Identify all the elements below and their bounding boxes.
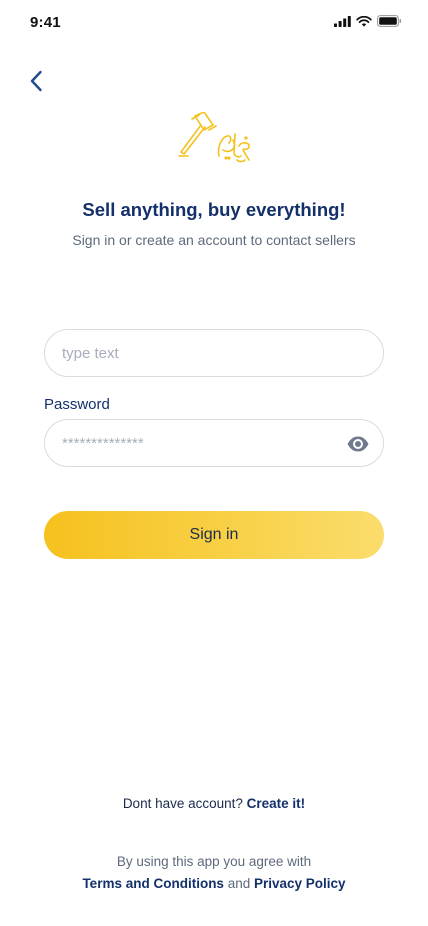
legal-links-row: Terms and Conditions and Privacy Policy [0, 876, 428, 891]
legal-and-text: and [227, 876, 254, 891]
gavel-logo-icon [178, 111, 250, 163]
sign-in-screen: 9:41 Sell anything, buy everything! Sign… [0, 0, 428, 926]
create-account-row: Dont have account? Create it! [0, 796, 428, 811]
email-input[interactable] [45, 330, 383, 376]
create-account-prompt: Dont have account? [122, 796, 247, 811]
app-logo [177, 111, 253, 168]
status-bar: 9:41 [0, 0, 428, 46]
password-label: Password [44, 396, 110, 413]
chevron-left-icon [30, 70, 42, 92]
email-field-container [44, 329, 384, 377]
password-visibility-toggle[interactable] [346, 433, 370, 455]
create-account-link[interactable]: Create it! [247, 796, 306, 811]
back-button[interactable] [22, 66, 50, 96]
wifi-icon [356, 15, 372, 27]
sign-in-button[interactable]: Sign in [44, 511, 384, 559]
status-time: 9:41 [30, 14, 61, 31]
privacy-policy-link[interactable]: Privacy Policy [254, 876, 346, 891]
battery-icon [377, 15, 401, 27]
legal-prefix: By using this app you agree with [116, 854, 312, 869]
password-field-container [44, 419, 384, 467]
page-subtitle: Sign in or create an account to contact … [72, 232, 356, 248]
signal-icon [334, 15, 351, 27]
password-input[interactable] [45, 420, 383, 466]
status-icons [334, 15, 401, 27]
terms-link[interactable]: Terms and Conditions [82, 876, 227, 891]
eye-icon [347, 436, 369, 452]
page-title: Sell anything, buy everything! [82, 199, 346, 220]
